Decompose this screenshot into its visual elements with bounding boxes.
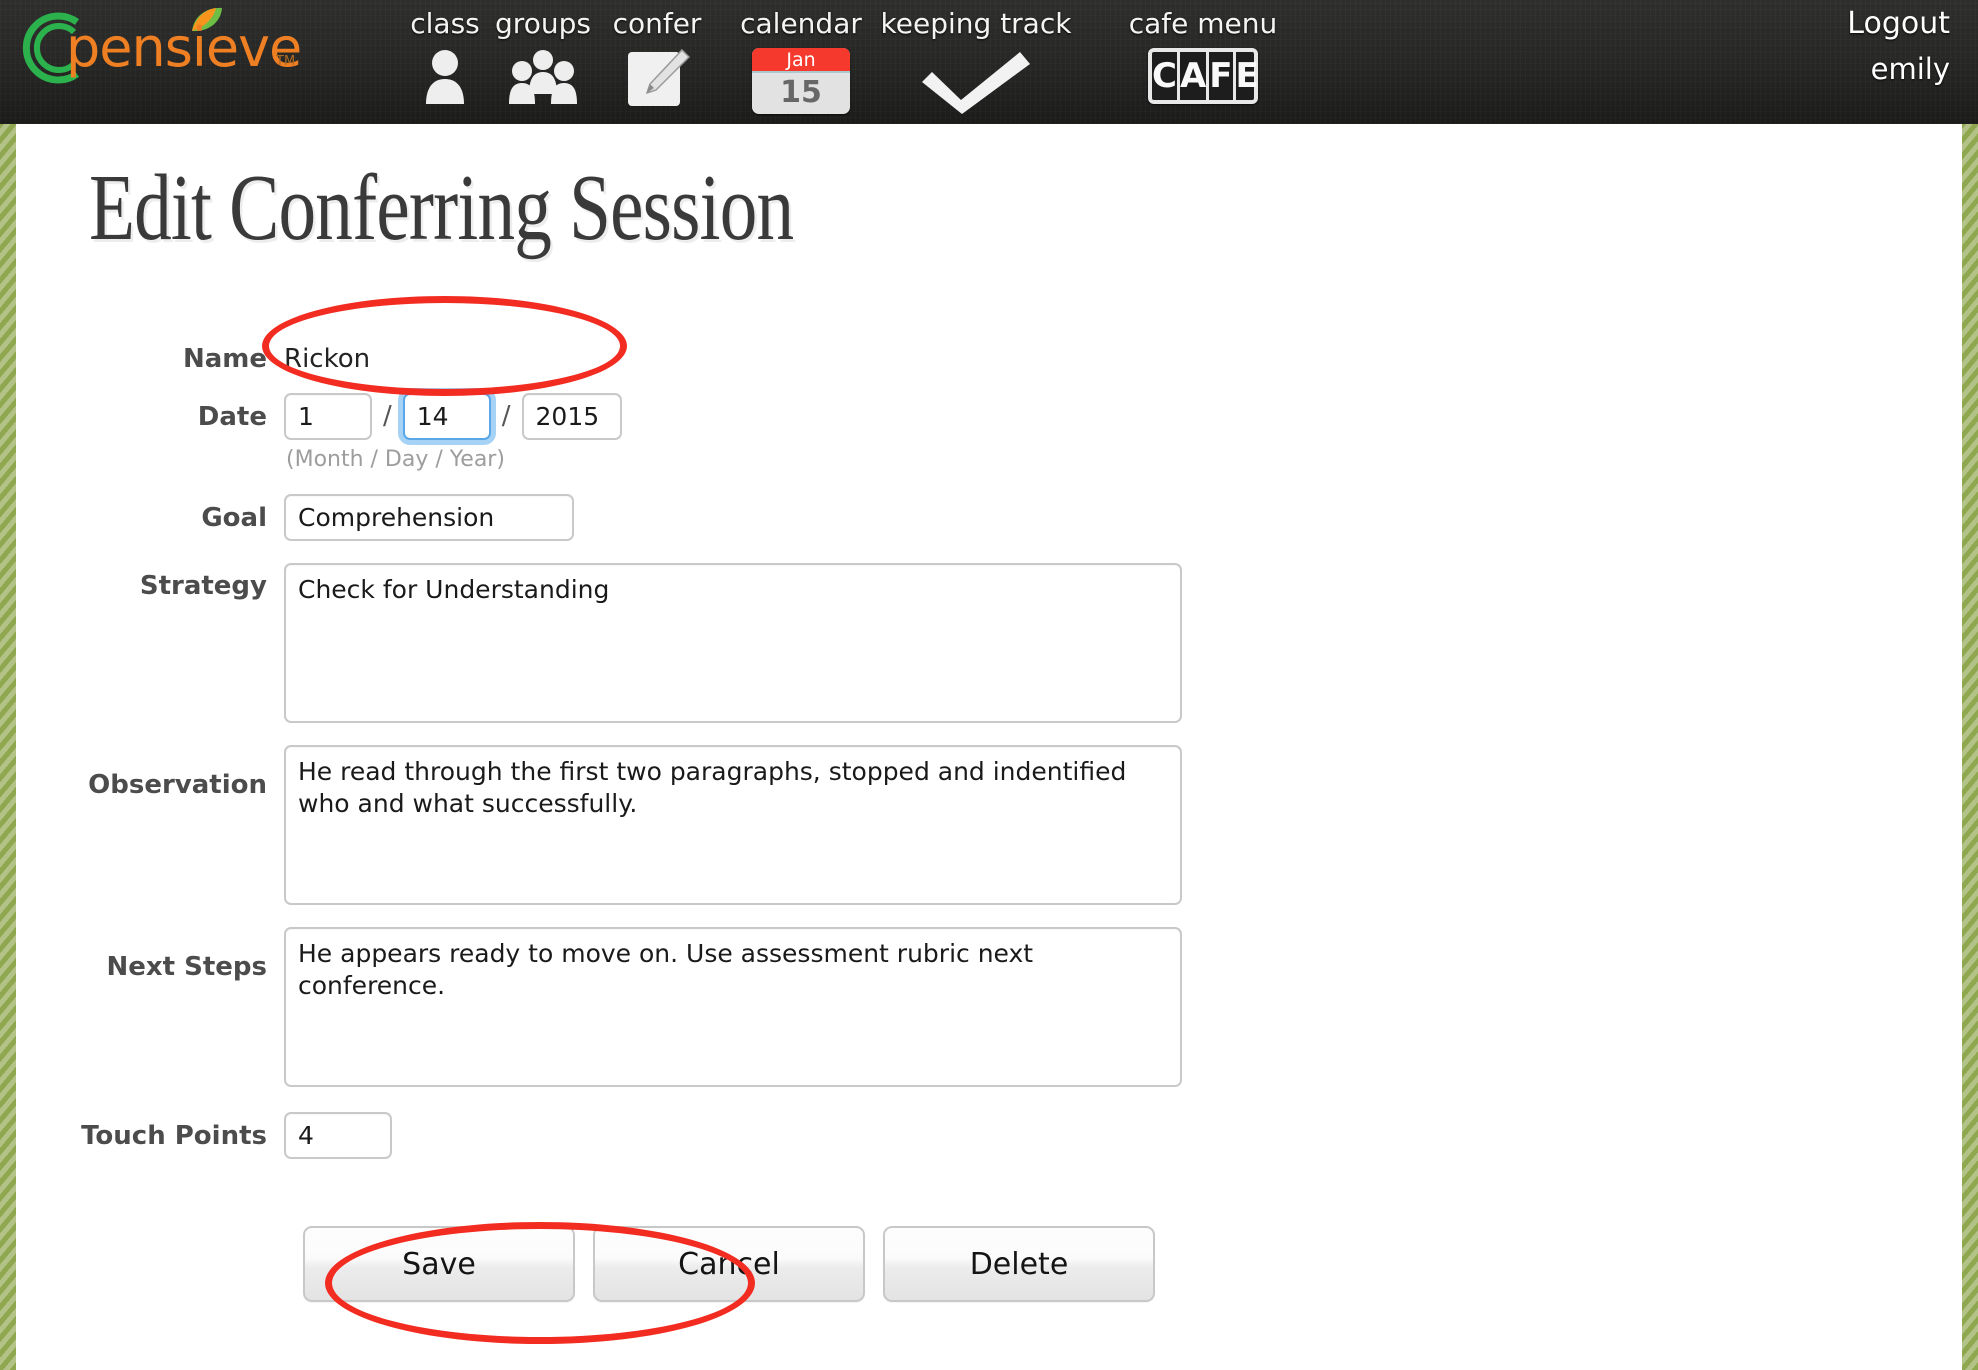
app-window: pensieve TM class groups confer calendar… bbox=[0, 0, 1978, 1370]
label-date: Date bbox=[197, 402, 267, 432]
nav-item-confer[interactable]: confer bbox=[596, 0, 718, 124]
form-row-name: Name Rickon bbox=[16, 329, 1516, 389]
logout-link[interactable]: Logout bbox=[1690, 0, 1950, 46]
nav-item-cafe-menu[interactable]: cafe menu C A F E bbox=[1093, 0, 1313, 124]
nav-label-cafe-menu: cafe menu bbox=[1128, 7, 1278, 40]
nav-label-groups: groups bbox=[495, 7, 591, 40]
logo-wordmark: pensieve bbox=[66, 16, 302, 79]
main-content: Edit Conferring Session Name Rickon Date… bbox=[16, 124, 1962, 1370]
next-steps-textarea[interactable] bbox=[284, 927, 1182, 1087]
observation-textarea[interactable] bbox=[284, 745, 1182, 905]
cafe-letter-c: C bbox=[1152, 52, 1180, 100]
form-row-goal: Goal bbox=[16, 494, 1516, 541]
delete-button[interactable]: Delete bbox=[883, 1226, 1155, 1302]
label-observation: Observation bbox=[88, 770, 267, 800]
label-next-steps: Next Steps bbox=[106, 952, 267, 982]
date-separator-2: / bbox=[501, 401, 511, 431]
top-navigation-bar: pensieve TM class groups confer calendar… bbox=[0, 0, 1978, 124]
date-format-hint: (Month / Day / Year) bbox=[286, 447, 505, 472]
label-goal: Goal bbox=[201, 502, 267, 533]
date-separator-1: / bbox=[383, 401, 392, 431]
cancel-button[interactable]: Cancel bbox=[593, 1226, 865, 1302]
form-row-observation: Observation bbox=[16, 745, 1516, 905]
nav-label-keeping-track: keeping track bbox=[880, 7, 1072, 40]
date-field-group: / / (Month / Day / Year) bbox=[284, 389, 622, 472]
form-actions: Save Cancel Delete bbox=[303, 1226, 1155, 1302]
form-row-touch-points: Touch Points bbox=[16, 1112, 1516, 1159]
note-pencil-icon bbox=[596, 44, 718, 112]
form-row-date: Date / / (Month / Day / Year) bbox=[16, 389, 1516, 472]
cafe-letter-a: A bbox=[1180, 52, 1210, 100]
strategy-textarea[interactable] bbox=[284, 563, 1182, 723]
people-group-icon bbox=[484, 44, 602, 112]
left-edge-stripe bbox=[0, 0, 16, 1370]
cafe-letter-f: F bbox=[1209, 52, 1236, 100]
nav-item-keeping-track[interactable]: keeping track bbox=[836, 0, 1116, 124]
logo-trademark: TM bbox=[276, 54, 296, 69]
label-touch-points: Touch Points bbox=[81, 1120, 267, 1151]
goal-input[interactable] bbox=[284, 494, 574, 541]
form-row-next-steps: Next Steps bbox=[16, 927, 1516, 1087]
date-day-input[interactable] bbox=[402, 392, 491, 440]
label-name: Name bbox=[182, 344, 267, 374]
nav-item-groups[interactable]: groups bbox=[484, 0, 602, 124]
account-area: Logout emily bbox=[1690, 0, 1950, 92]
cafe-icon: C A F E bbox=[1148, 48, 1259, 104]
touch-points-input[interactable] bbox=[284, 1112, 392, 1159]
conferring-session-form: Name Rickon Date / / (Month / Day / Year… bbox=[16, 329, 1516, 1159]
date-year-input[interactable] bbox=[521, 392, 622, 440]
right-edge-stripe bbox=[1962, 0, 1978, 1370]
label-strategy: Strategy bbox=[139, 571, 267, 601]
form-row-strategy: Strategy bbox=[16, 563, 1516, 723]
username-label[interactable]: emily bbox=[1690, 46, 1950, 92]
page-title: Edit Conferring Session bbox=[89, 156, 794, 260]
pensieve-logo[interactable]: pensieve TM bbox=[8, 2, 308, 94]
value-name: Rickon bbox=[284, 344, 371, 374]
save-button[interactable]: Save bbox=[303, 1226, 575, 1302]
checkmark-icon bbox=[836, 44, 1116, 114]
date-month-input[interactable] bbox=[284, 392, 372, 440]
cafe-letter-e: E bbox=[1235, 56, 1259, 96]
nav-label-confer: confer bbox=[612, 7, 702, 40]
